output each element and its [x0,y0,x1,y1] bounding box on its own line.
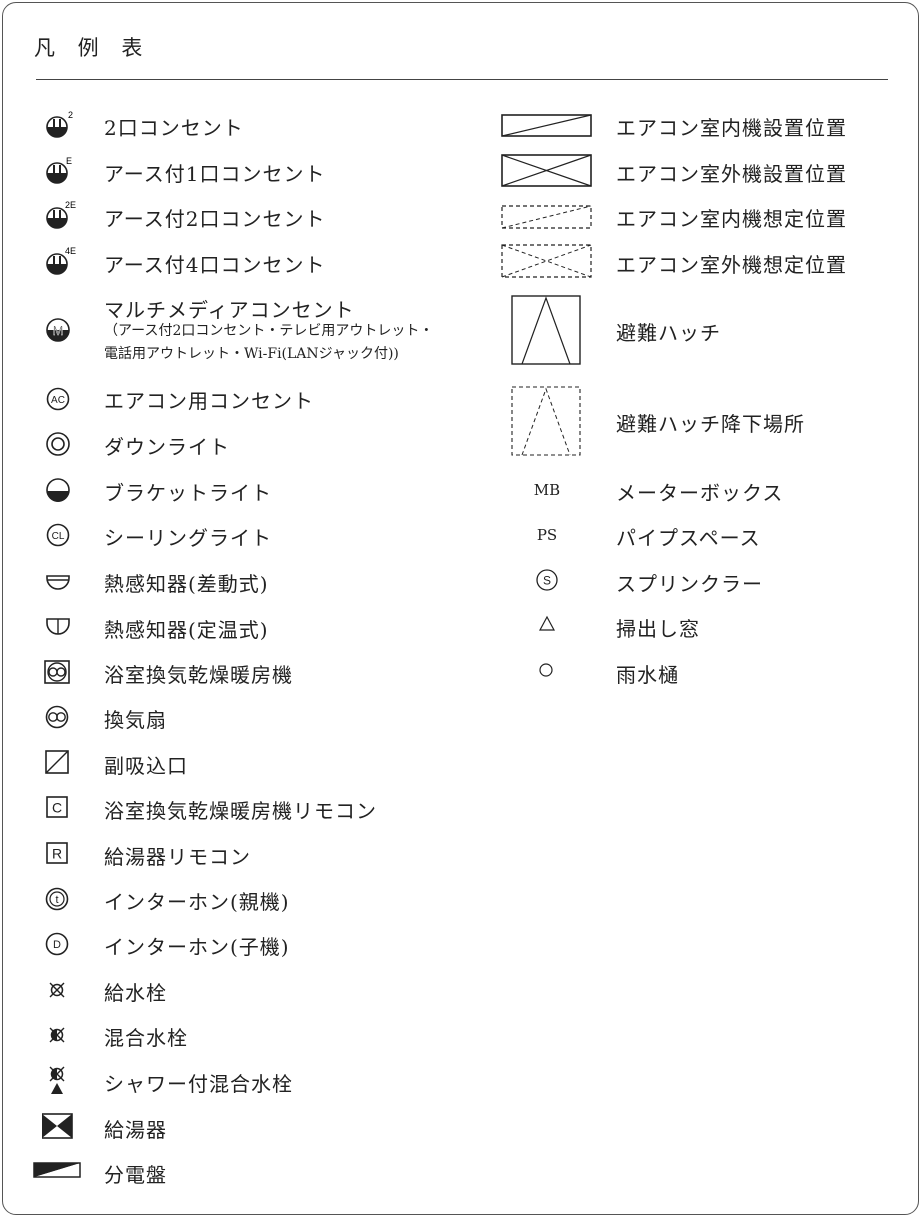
legend-label: エアコン室内機設置位置 [616,116,847,140]
bath-dryer-icon [42,658,102,704]
legend-label: 掃出し窓 [616,617,700,641]
svg-text:M: M [53,323,64,338]
rain-gutter-icon [537,661,567,691]
shower-mixing-tap-icon [42,1063,102,1109]
legend-label: エアコン室外機想定位置 [616,253,847,277]
legend-label: 浴室換気乾燥暖房機 [104,663,293,687]
escape-hatch-landing-icon [510,385,585,457]
svg-text:t: t [55,894,58,906]
water-heater-remote-icon: R [42,841,102,887]
legend-label: ダウンライト [104,435,230,459]
svg-text:4E: 4E [65,247,76,256]
legend-label: 浴室換気乾燥暖房機リモコン [104,799,377,823]
legend-label: 避難ハッチ [616,321,721,345]
outlet-2-icon: 2 [40,110,100,156]
legend-label: アース付4口コンセント [104,253,326,277]
svg-text:CL: CL [52,531,65,542]
legend-label: 雨水樋 [616,663,679,687]
legend-label: インターホン(子機) [104,935,290,959]
title-divider [36,79,888,80]
legend-label: メーターボックス [616,481,784,505]
legend-note: 電話用アウトレット・Wi-Fi(LANジャック付)) [104,346,399,362]
outlet-earth-1-icon: E [40,156,100,202]
outlet-earth-4-icon: 4E [40,247,100,293]
aircon-outdoor-icon [500,153,595,189]
legend-label: 避難ハッチ降下場所 [616,412,805,436]
legend-label: パイプスペース [616,526,761,550]
legend-label: アース付2口コンセント [104,207,326,231]
aircon-indoor-planned-icon [500,204,595,234]
legend-label: 給水栓 [104,981,167,1005]
ceiling-light-icon: CL [42,521,102,567]
water-tap-icon [42,977,102,1023]
svg-text:AC: AC [51,395,65,406]
legend-title: 凡 例 表 [34,36,151,60]
heat-detector-diff-icon [42,567,102,613]
multimedia-outlet-icon: M [40,312,100,358]
sweep-window-icon [537,615,567,645]
legend-label: 給湯器 [104,1118,167,1142]
legend-label: インターホン(親機) [104,890,290,914]
aircon-indoor-icon [500,113,595,143]
bracket-light-icon [42,476,102,522]
aircon-outlet-icon: AC [42,385,102,431]
svg-text:S: S [543,574,551,588]
legend-label: エアコン用コンセント [104,389,314,413]
water-heater-icon [42,1113,102,1159]
svg-text:2: 2 [68,110,73,120]
svg-text:C: C [52,800,62,816]
ventilation-fan-icon [42,703,102,749]
heat-detector-fixed-icon [42,613,102,659]
distribution-board-icon [33,1160,93,1206]
legend-label: ブラケットライト [104,481,272,505]
aircon-outdoor-planned-icon [500,243,595,281]
legend-label: 熱感知器(差動式) [104,572,269,596]
meter-box-icon: MB [533,481,561,499]
sprinkler-icon: S [535,568,565,598]
intercom-master-icon: t [42,886,102,932]
legend-label: エアコン室内機想定位置 [616,207,847,231]
svg-text:E: E [66,156,72,166]
legend-note: （アース付2口コンセント・テレビ用アウトレット・ [104,323,434,339]
legend-label: シーリングライト [104,526,272,550]
legend-label: 混合水栓 [104,1026,188,1050]
pipe-space-icon: PS [536,526,558,544]
legend-label: 副吸込口 [104,754,188,778]
svg-text:2E: 2E [65,201,76,210]
escape-hatch-icon [510,294,585,366]
downlight-icon [42,430,102,476]
legend-label: エアコン室外機設置位置 [616,162,847,186]
mixing-tap-icon [42,1022,102,1068]
bath-dryer-remote-icon: C [42,795,102,841]
legend-label: シャワー付混合水栓 [104,1072,293,1096]
legend-label: アース付1口コンセント [104,162,326,186]
legend-label: 分電盤 [104,1163,167,1187]
supply-inlet-icon [42,749,102,795]
legend-label: 2口コンセント [104,116,244,140]
intercom-slave-icon: D [42,931,102,977]
legend-label: 給湯器リモコン [104,845,251,869]
legend-label: 換気扇 [104,708,167,732]
outlet-earth-2-icon: 2E [40,201,100,247]
legend-label: スプリンクラー [616,572,763,596]
legend-label: 熱感知器(定温式) [104,618,269,642]
legend-label: マルチメディアコンセント [104,298,355,322]
svg-text:R: R [52,846,62,862]
